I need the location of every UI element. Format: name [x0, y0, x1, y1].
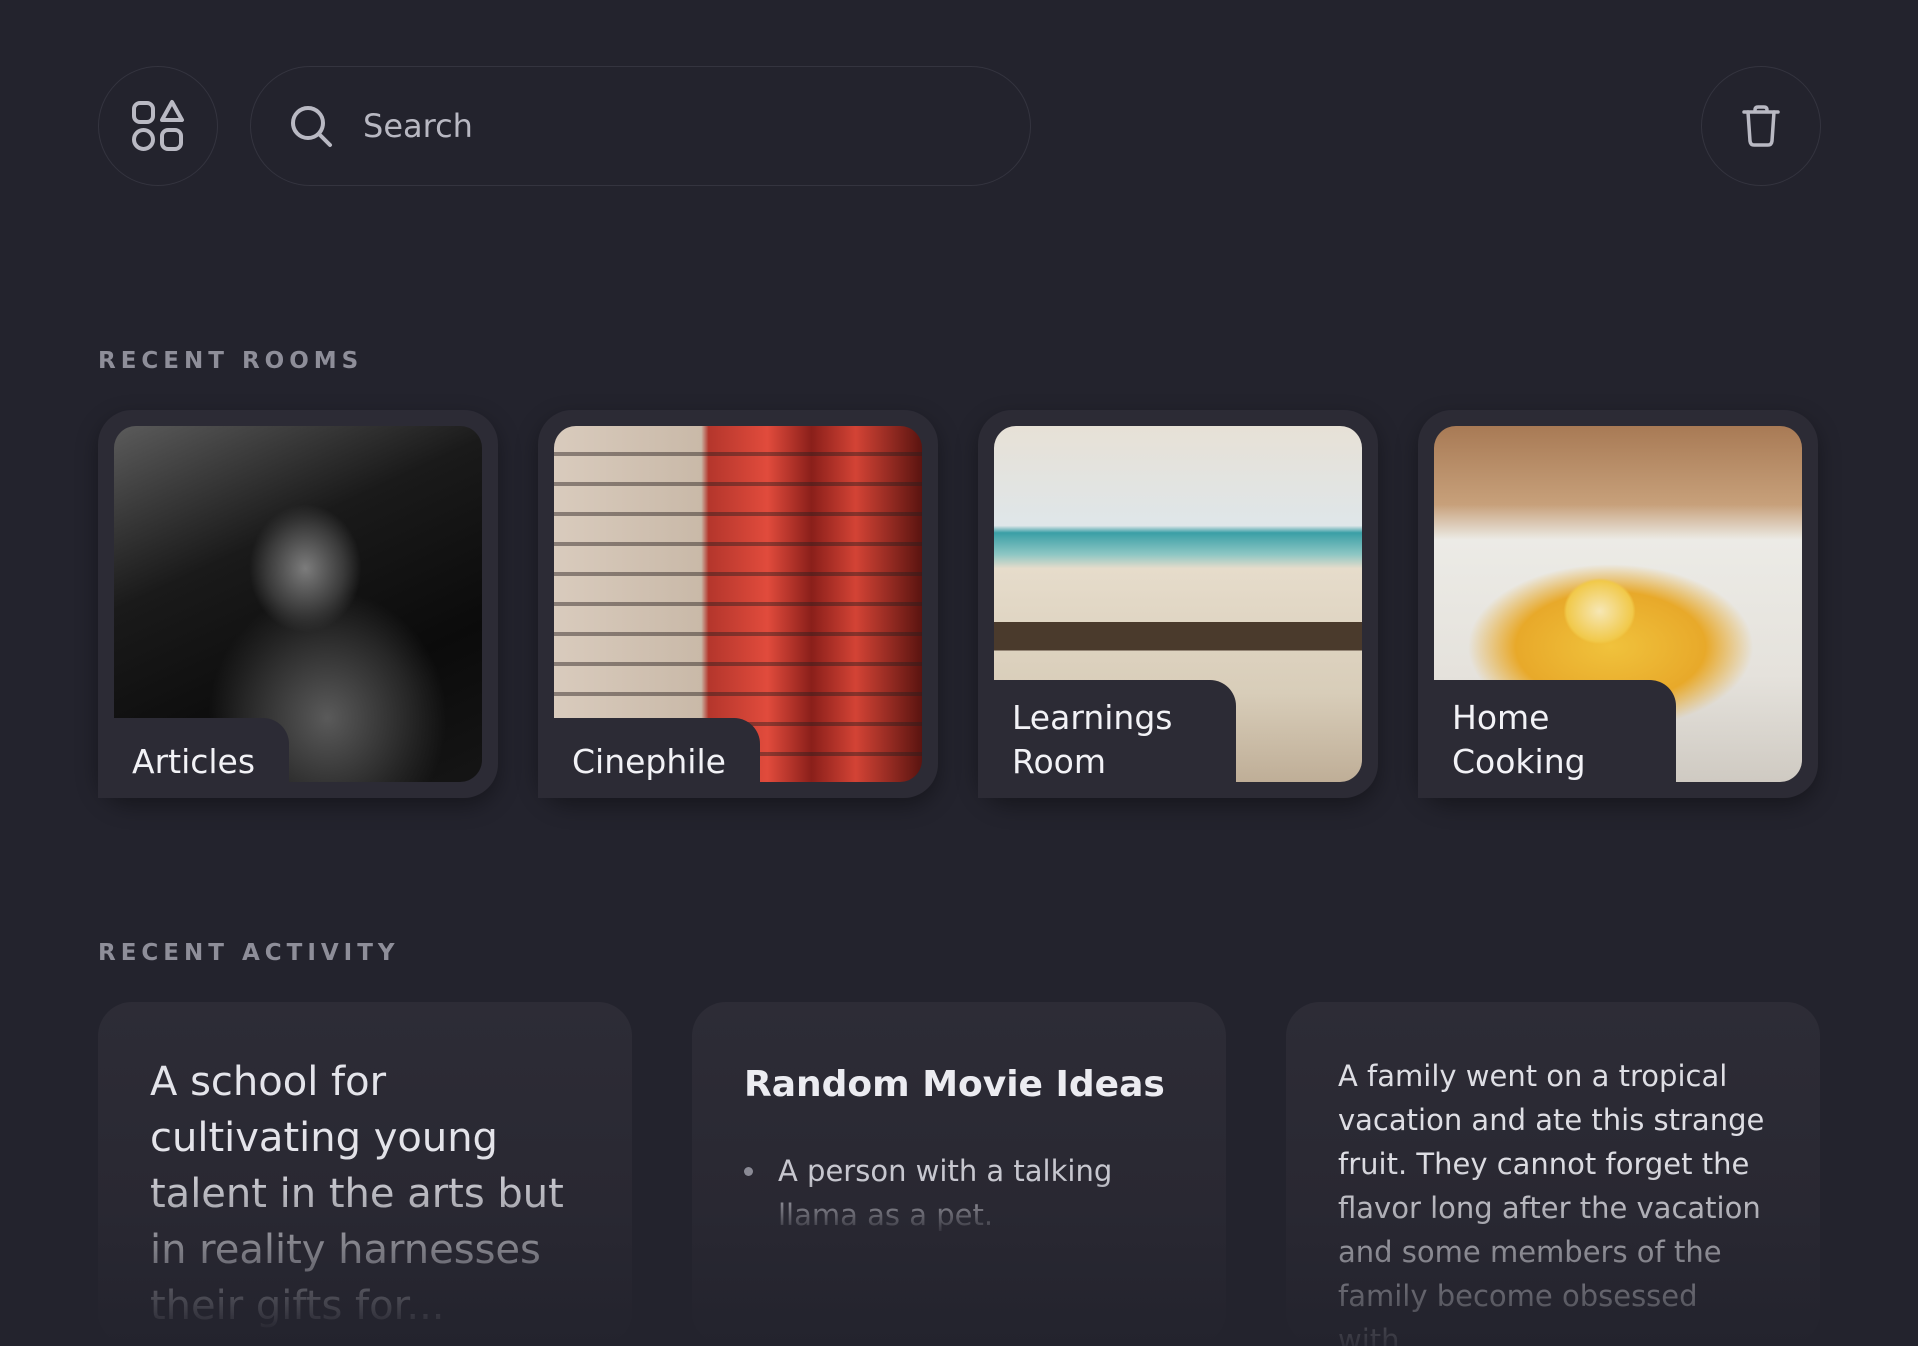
room-card-learnings-room[interactable]: Learnings Room — [978, 410, 1378, 798]
room-label: Articles — [98, 718, 290, 798]
activity-card-movie-ideas[interactable]: Random Movie Ideas A person with a talki… — [692, 1002, 1226, 1346]
activity-title: Random Movie Ideas — [744, 1064, 1165, 1105]
apps-button[interactable] — [98, 66, 218, 186]
search-bar[interactable] — [250, 66, 1031, 186]
activity-card[interactable]: A school for cultivating young talent in… — [98, 1002, 632, 1346]
trash-button[interactable] — [1701, 66, 1821, 186]
activity-text: A school for cultivating young talent in… — [150, 1059, 564, 1329]
search-icon — [291, 106, 332, 147]
activity-list: A person with a talking llama as a pet. — [744, 1149, 1174, 1237]
room-card-cinephile[interactable]: Cinephile — [538, 410, 938, 798]
shapes-grid-icon — [132, 100, 184, 151]
activity-card[interactable]: A family went on a tropical vacation and… — [1286, 1002, 1820, 1346]
room-card-home-cooking[interactable]: Home Cooking — [1418, 410, 1818, 798]
home-screen: RECENT ROOMS Articles Cinephile Learning… — [0, 0, 1918, 1346]
recent-activity-heading: RECENT ACTIVITY — [98, 940, 400, 966]
trash-icon — [1742, 105, 1780, 147]
room-label: Cinephile — [538, 718, 760, 798]
search-input[interactable] — [363, 107, 963, 145]
recent-rooms-heading: RECENT ROOMS — [98, 348, 364, 374]
activity-text: A family went on a tropical vacation and… — [1338, 1059, 1765, 1346]
room-label: Home Cooking — [1418, 680, 1676, 798]
room-card-articles[interactable]: Articles — [98, 410, 498, 798]
list-item: A person with a talking llama as a pet. — [744, 1149, 1174, 1237]
room-label: Learnings Room — [978, 680, 1236, 798]
